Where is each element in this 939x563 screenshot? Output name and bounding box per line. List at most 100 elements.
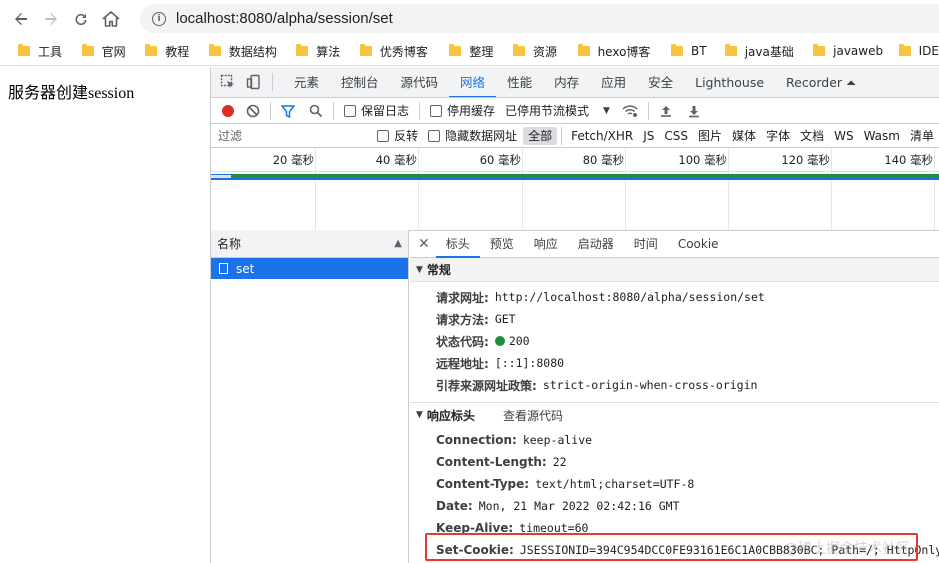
tab-performance[interactable]: 性能 bbox=[496, 67, 543, 97]
filter-type-fetch-xhr[interactable]: Fetch/XHR bbox=[566, 127, 638, 145]
bookmark-item[interactable]: 优秀博客 bbox=[359, 43, 449, 60]
general-section-header[interactable]: ▼ 常规 bbox=[410, 258, 939, 282]
throttling-select[interactable]: 已停用节流模式 ▼ bbox=[505, 102, 610, 119]
tab-sources[interactable]: 源代码 bbox=[390, 67, 450, 97]
bookmark-item[interactable]: 数据结构 bbox=[208, 43, 296, 60]
upload-icon[interactable] bbox=[659, 104, 673, 118]
separator bbox=[333, 101, 334, 120]
folder-icon bbox=[898, 44, 911, 56]
filter-type-media[interactable]: 媒体 bbox=[727, 127, 761, 145]
bookmark-item[interactable]: 官网 bbox=[81, 43, 146, 60]
filter-type-img[interactable]: 图片 bbox=[693, 127, 727, 145]
timeline-ruler: 20 毫秒 40 毫秒 60 毫秒 80 毫秒 100 毫秒 120 毫秒 14… bbox=[211, 148, 939, 172]
timeline-gridline bbox=[728, 148, 729, 230]
bookmark-item[interactable]: hexo博客 bbox=[577, 43, 671, 60]
timeline-gridline bbox=[934, 148, 935, 230]
watermark: @稀土掘金技术社区 bbox=[784, 541, 910, 557]
checkbox[interactable] bbox=[344, 104, 356, 117]
device-toolbar-icon[interactable] bbox=[246, 74, 262, 90]
folder-icon bbox=[145, 44, 158, 56]
preserve-log-checkbox[interactable]: 保留日志 bbox=[344, 102, 409, 119]
reload-icon bbox=[75, 13, 87, 25]
timeline-label: 120 毫秒 bbox=[781, 153, 830, 167]
response-header-row: Connection: keep-alive bbox=[436, 433, 593, 447]
filter-type-css[interactable]: CSS bbox=[659, 127, 693, 145]
tab-preview[interactable]: 预览 bbox=[480, 230, 524, 258]
close-icon[interactable]: ✕ bbox=[418, 236, 430, 252]
filter-type-doc[interactable]: 文档 bbox=[795, 127, 829, 145]
filter-icon[interactable] bbox=[281, 104, 295, 118]
request-list-header[interactable]: 名称 ▲ bbox=[211, 230, 408, 258]
filter-type-wasm[interactable]: Wasm bbox=[859, 127, 905, 145]
tab-lighthouse[interactable]: Lighthouse bbox=[684, 67, 775, 97]
filter-type-font[interactable]: 字体 bbox=[761, 127, 795, 145]
hide-data-urls-checkbox[interactable]: 隐藏数据网址 bbox=[428, 127, 517, 144]
tab-recorder[interactable]: Recorder ⏶ bbox=[775, 67, 867, 97]
tab-initiator[interactable]: 启动器 bbox=[568, 230, 624, 258]
url-text: localhost:8080/alpha/session/set bbox=[176, 10, 393, 27]
timeline-gridline bbox=[831, 148, 832, 230]
bookmark-item[interactable]: 算法 bbox=[296, 43, 360, 60]
filter-input[interactable]: 过滤 bbox=[215, 127, 371, 145]
url-bar[interactable]: i localhost:8080/alpha/session/set bbox=[140, 4, 939, 33]
tab-network[interactable]: 网络 bbox=[449, 67, 497, 97]
tab-headers[interactable]: 标头 bbox=[435, 230, 480, 258]
response-header-row: Content-Type: text/html;charset=UTF-8 bbox=[436, 477, 695, 491]
bookmark-item[interactable]: 整理 bbox=[449, 43, 513, 60]
folder-icon bbox=[577, 44, 590, 56]
folder-icon bbox=[18, 44, 30, 56]
checkbox[interactable] bbox=[430, 104, 443, 117]
record-button[interactable] bbox=[222, 104, 234, 117]
download-icon[interactable] bbox=[687, 104, 701, 118]
checkbox[interactable] bbox=[428, 129, 441, 142]
inspect-element-icon[interactable] bbox=[220, 74, 236, 90]
bookmark-item[interactable]: BT bbox=[671, 44, 725, 58]
general-row: 远程地址: [::1]:8080 bbox=[436, 356, 565, 371]
bookmark-item[interactable]: 工具 bbox=[18, 43, 82, 60]
bookmark-item[interactable]: javaweb bbox=[813, 44, 898, 58]
tab-console[interactable]: 控制台 bbox=[330, 67, 390, 97]
bookmark-item[interactable]: 资源 bbox=[512, 43, 578, 60]
invert-checkbox[interactable]: 反转 bbox=[377, 127, 418, 144]
tab-application[interactable]: 应用 bbox=[590, 67, 637, 97]
triangle-down-icon: ▼ bbox=[416, 264, 423, 275]
timeline-gridline bbox=[522, 148, 523, 230]
network-conditions-icon[interactable] bbox=[622, 104, 638, 118]
tab-security[interactable]: 安全 bbox=[637, 67, 684, 97]
back-button[interactable] bbox=[6, 4, 36, 34]
view-source-link[interactable]: 查看源代码 bbox=[503, 407, 563, 424]
filter-type-all[interactable]: 全部 bbox=[523, 126, 558, 145]
checkbox[interactable] bbox=[377, 129, 390, 142]
timeline-label: 20 毫秒 bbox=[272, 153, 314, 167]
timeline-label: 80 毫秒 bbox=[582, 153, 624, 167]
bookmark-item[interactable]: 教程 bbox=[145, 43, 209, 60]
response-headers-section-header[interactable]: ▼ 响应标头 查看源代码 bbox=[410, 403, 939, 427]
filter-type-js[interactable]: JS bbox=[638, 127, 659, 145]
tab-cookies[interactable]: Cookie bbox=[668, 230, 729, 258]
bookmark-item[interactable]: IDE bbox=[898, 44, 939, 58]
folder-icon bbox=[724, 44, 737, 56]
clear-icon[interactable] bbox=[246, 104, 260, 118]
home-button[interactable] bbox=[96, 4, 126, 34]
timeline-label: 100 毫秒 bbox=[678, 153, 727, 167]
tab-timing[interactable]: 时间 bbox=[624, 230, 668, 258]
reload-button[interactable] bbox=[66, 4, 96, 34]
filter-type-ws[interactable]: WS bbox=[829, 127, 858, 145]
general-row: 请求网址: http://localhost:8080/alpha/session… bbox=[436, 290, 765, 305]
network-timeline[interactable]: 20 毫秒 40 毫秒 60 毫秒 80 毫秒 100 毫秒 120 毫秒 14… bbox=[211, 148, 939, 231]
tab-memory[interactable]: 内存 bbox=[543, 67, 590, 97]
separator bbox=[419, 101, 421, 120]
request-details: ✕ 标头 预览 响应 启动器 时间 Cookie ▼ 常规 请求网址: http:… bbox=[410, 230, 939, 563]
bookmark-item[interactable]: java基础 bbox=[724, 43, 813, 60]
forward-button[interactable] bbox=[36, 4, 66, 34]
folder-icon bbox=[813, 44, 826, 56]
request-row[interactable]: set bbox=[211, 258, 408, 279]
devtools-panel: 元素 控制台 源代码 网络 性能 内存 应用 安全 Lighthouse Rec… bbox=[210, 67, 939, 563]
disable-cache-checkbox[interactable]: 停用缓存 bbox=[430, 102, 495, 119]
info-icon[interactable]: i bbox=[152, 11, 166, 26]
tab-elements[interactable]: 元素 bbox=[283, 67, 330, 97]
filter-type-manifest[interactable]: 清单 bbox=[905, 127, 939, 145]
search-icon[interactable] bbox=[309, 104, 323, 118]
filter-bar: 过滤 反转 隐藏数据网址 全部 Fetch/XHR JS CSS 图片 媒体 字… bbox=[211, 124, 939, 148]
tab-response[interactable]: 响应 bbox=[524, 230, 568, 258]
